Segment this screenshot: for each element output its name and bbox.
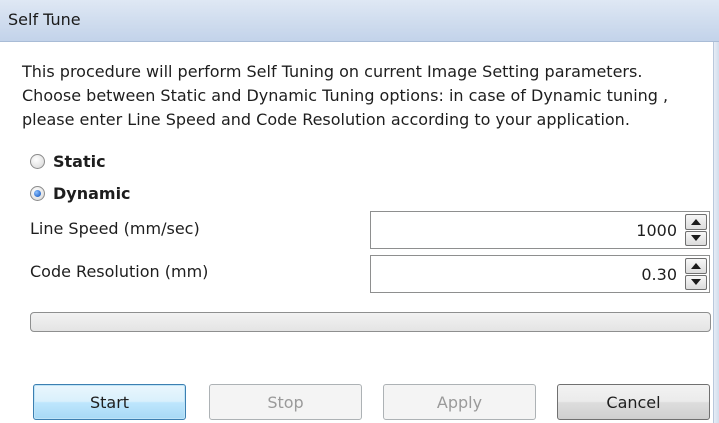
window-title: Self Tune — [8, 10, 81, 29]
progress-bar — [30, 312, 711, 332]
line-speed-label: Line Speed (mm/sec) — [30, 219, 200, 238]
apply-button[interactable]: Apply — [383, 384, 536, 420]
code-resolution-spinner[interactable]: 0.30 — [370, 255, 710, 293]
arrow-up-icon — [691, 218, 701, 225]
stop-button[interactable]: Stop — [209, 384, 362, 420]
code-resolution-value[interactable]: 0.30 — [641, 265, 677, 284]
code-resolution-label: Code Resolution (mm) — [30, 262, 209, 281]
description-line: Choose between Static and Dynamic Tuning… — [22, 86, 669, 105]
cancel-button[interactable]: Cancel — [557, 384, 710, 420]
window-frame-right — [713, 42, 719, 423]
description-line: This procedure will perform Self Tuning … — [22, 62, 643, 81]
arrow-down-icon — [691, 279, 701, 286]
radio-static-label: Static — [53, 151, 106, 171]
line-speed-decrement-button[interactable] — [685, 230, 707, 246]
radio-button-dynamic[interactable] — [30, 185, 45, 201]
start-button[interactable]: Start — [33, 384, 186, 420]
arrow-up-icon — [691, 262, 701, 269]
line-speed-value[interactable]: 1000 — [636, 221, 677, 240]
radio-button-static[interactable] — [30, 153, 45, 169]
title-bar: Self Tune — [0, 0, 719, 42]
arrow-down-icon — [691, 235, 701, 242]
radio-dynamic-label: Dynamic — [53, 183, 131, 203]
line-speed-spinner[interactable]: 1000 — [370, 211, 710, 249]
code-resolution-decrement-button[interactable] — [685, 274, 707, 290]
radio-dynamic[interactable]: Dynamic — [30, 181, 131, 205]
line-speed-increment-button[interactable] — [685, 214, 707, 230]
code-resolution-increment-button[interactable] — [685, 258, 707, 274]
description: This procedure will perform Self Tuning … — [22, 60, 702, 132]
radio-static[interactable]: Static — [30, 149, 106, 173]
description-line: please enter Line Speed and Code Resolut… — [22, 110, 630, 129]
